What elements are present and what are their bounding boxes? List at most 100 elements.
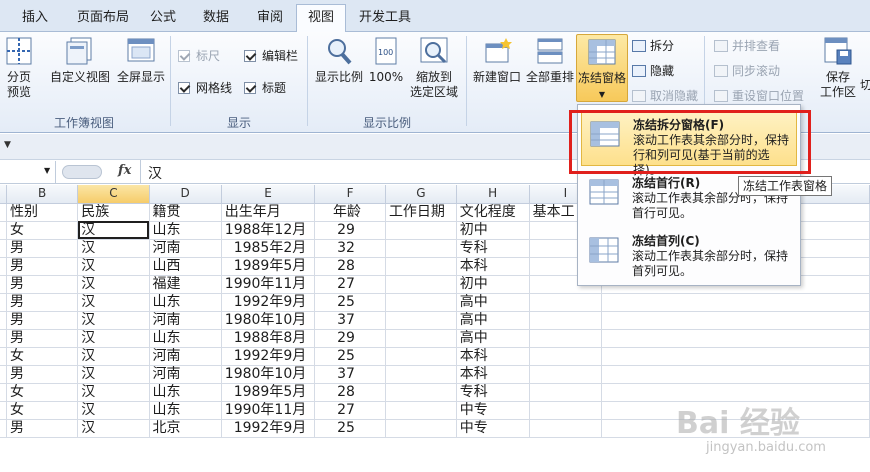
cell[interactable]: 男 [6,419,79,438]
cell[interactable] [529,419,603,438]
cell[interactable] [385,257,457,276]
cell[interactable]: 专科 [456,239,530,258]
tab-page-layout[interactable]: 页面布局 [70,6,136,32]
cell[interactable]: 汉 [77,293,150,312]
column-header[interactable]: H [456,185,530,204]
cell[interactable]: 汉 [77,401,150,420]
synchronous-scrolling-button[interactable]: 同步滚动 [714,61,780,81]
cell[interactable]: 初中 [456,221,530,240]
tab-formulas[interactable]: 公式 [142,6,184,32]
column-header[interactable]: F [314,185,386,204]
new-window-button[interactable]: 新建窗口 [470,36,524,85]
cell[interactable] [529,329,603,348]
cell[interactable] [385,311,457,330]
cell[interactable]: 29 [314,329,386,348]
split-button[interactable]: 拆分 [632,36,674,56]
cell[interactable]: 1990年11月 [221,275,316,294]
cell[interactable]: 汉 [77,275,150,294]
cell[interactable]: 27 [314,401,386,420]
cell[interactable]: 汉 [77,239,150,258]
collapse-arrow-icon[interactable]: ▼ [4,140,11,150]
cell[interactable] [385,239,457,258]
cell[interactable] [601,293,870,312]
cell[interactable]: 初中 [456,275,530,294]
cell[interactable]: 高中 [456,311,530,330]
cell[interactable] [385,383,457,402]
cell[interactable]: 山东 [149,383,222,402]
cell[interactable]: 37 [314,365,386,384]
cell[interactable]: 32 [314,239,386,258]
column-header[interactable]: E [221,185,316,204]
cell[interactable]: 本科 [456,257,530,276]
tab-insert[interactable]: 插入 [12,6,58,32]
cell[interactable]: 中专 [456,419,530,438]
tab-review[interactable]: 审阅 [249,6,291,32]
cell[interactable]: 男 [6,293,79,312]
save-workspace-button[interactable]: 保存 工作区 [816,36,860,100]
cell[interactable]: 女 [6,347,79,366]
cell[interactable]: 1992年9月 [221,293,316,312]
cell[interactable]: 专科 [456,383,530,402]
cell[interactable]: 1988年8月 [221,329,316,348]
page-break-preview-button[interactable]: 分页 预览 [2,36,36,100]
cell[interactable] [385,221,457,240]
formula-bar-checkbox[interactable]: 编辑栏 [244,46,298,66]
cell[interactable] [385,419,457,438]
cell[interactable]: 北京 [149,419,222,438]
cell[interactable]: 文化程度 [456,203,530,222]
cell[interactable]: 女 [6,383,79,402]
cell[interactable]: 河南 [149,311,222,330]
cell[interactable]: 河南 [149,365,222,384]
cell[interactable]: 28 [314,383,386,402]
formula-input[interactable]: 汉 [148,163,162,183]
cell[interactable]: 河南 [149,347,222,366]
cell[interactable]: 汉 [77,383,150,402]
freeze-first-column-menu-item[interactable]: 冻结首列(C) 滚动工作表其余部分时，保持首列可见。 [581,227,797,283]
ruler-checkbox[interactable]: 标尺 [178,46,220,66]
column-header[interactable]: B [6,185,79,204]
cell[interactable] [529,347,603,366]
cell[interactable]: 1980年10月 [221,311,316,330]
cell[interactable]: 1988年12月 [221,221,316,240]
switch-windows-button[interactable]: 切 [860,78,870,93]
zoom-to-selection-button[interactable]: 缩放到 选定区域 [408,36,460,100]
cell[interactable]: 汉 [77,347,150,366]
column-header[interactable]: C [77,185,150,204]
cell[interactable]: 男 [6,275,79,294]
cell[interactable]: 1989年5月 [221,257,316,276]
column-header[interactable]: D [149,185,222,204]
cell[interactable]: 1989年5月 [221,383,316,402]
cell[interactable]: 本科 [456,365,530,384]
cell[interactable] [529,401,603,420]
cell[interactable] [529,365,603,384]
tab-data[interactable]: 数据 [195,6,237,32]
cell[interactable]: 汉 [77,419,150,438]
namebox-dropdown-icon[interactable]: ▼ [44,166,50,175]
cell[interactable] [529,383,603,402]
cell[interactable]: 中专 [456,401,530,420]
arrange-all-button[interactable]: 全部重排 [524,36,576,85]
cell[interactable]: 汉 [77,329,150,348]
cell[interactable] [385,401,457,420]
cell[interactable] [601,311,870,330]
cell[interactable]: 汉 [77,311,150,330]
cell[interactable]: 28 [314,257,386,276]
cell[interactable]: 1990年11月 [221,401,316,420]
cell[interactable]: 工作日期 [385,203,457,222]
zoom-100-button[interactable]: 100 100% [368,36,404,85]
cell[interactable]: 25 [314,347,386,366]
cell[interactable] [601,347,870,366]
cell[interactable]: 汉 [77,257,150,276]
cell[interactable] [385,365,457,384]
cell[interactable]: 山西 [149,257,222,276]
reset-window-position-button[interactable]: 重设窗口位置 [714,86,804,106]
cell[interactable]: 男 [6,329,79,348]
cell[interactable]: 男 [6,257,79,276]
cell[interactable] [529,293,603,312]
cell[interactable]: 男 [6,239,79,258]
cell[interactable]: 性别 [6,203,79,222]
cell[interactable]: 籍贯 [149,203,222,222]
cell[interactable] [601,329,870,348]
cell[interactable] [385,275,457,294]
cell[interactable]: 女 [6,401,79,420]
